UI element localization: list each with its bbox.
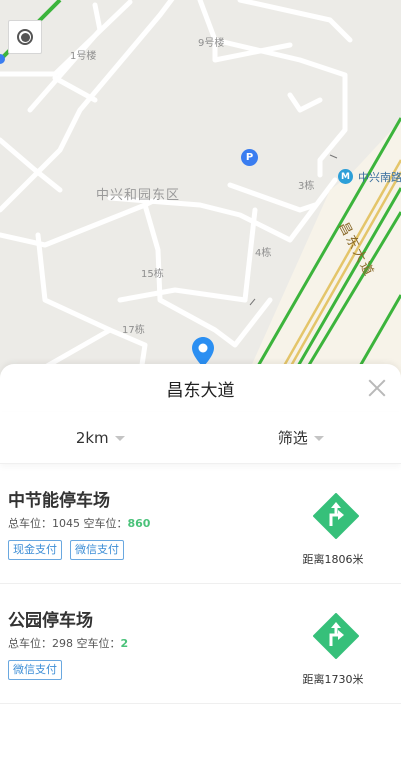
parking-sheet: 昌东大道 2km 筛选 中节能停车场 总车位：1045 空车位：860 现金支付… [0,364,401,760]
distance-filter-label: 2km [75,428,109,447]
sheet-title: 昌东大道 [166,380,235,401]
screen-filter-label: 筛选 [277,429,308,447]
list-item[interactable]: 中节能停车场 总车位：1045 空车位：860 现金支付 微信支付 距离1806… [0,464,401,584]
locate-button[interactable] [8,20,42,54]
navigate-turn-icon[interactable] [313,613,359,659]
navigate-turn-icon[interactable] [313,493,359,539]
payment-tag: 微信支付 [70,540,124,560]
parking-lot-name: 中节能停车场 [8,491,110,511]
map-label-bldg-15: 15栋 [141,269,164,280]
filter-bar: 2km 筛选 [0,412,401,464]
map-label-district: 中兴和园东区 [96,188,181,203]
distance-label: 距离1806米 [302,553,364,566]
metro-station-label: 中兴南路 [358,171,401,184]
distance-label: 距离1730米 [302,673,364,686]
map-label-bldg-9: 9号楼 [198,38,225,49]
chevron-down-icon [114,436,125,441]
parking-list: 中节能停车场 总车位：1045 空车位：860 现金支付 微信支付 距离1806… [0,464,401,704]
total-count: 1045 [52,517,80,530]
close-icon[interactable] [367,378,387,398]
map-roads [0,0,401,380]
total-label: 总车位： [8,517,52,530]
payment-tags: 微信支付 [8,660,62,680]
map-view[interactable]: 1号楼 9号楼 中兴和园东区 3栋 4栋 15栋 17栋 P M 中兴南路 昌东… [0,0,401,380]
payment-tag: 现金支付 [8,540,62,560]
distance-filter[interactable]: 2km [0,429,201,447]
map-label-bldg-17: 17栋 [122,325,145,336]
parking-lot-stats: 总车位：1045 空车位：860 [8,515,150,531]
free-label: 空车位： [80,517,128,530]
payment-tag: 微信支付 [8,660,62,680]
sheet-header: 昌东大道 [0,364,401,412]
free-label: 空车位： [73,637,121,650]
metro-station-icon[interactable]: M [338,169,353,184]
free-count: 860 [127,517,151,530]
total-count: 298 [52,637,73,650]
parking-marker-icon[interactable]: P [241,149,258,166]
map-label-bldg-1: 1号楼 [70,51,97,62]
total-label: 总车位： [8,637,52,650]
locate-icon [17,29,33,45]
parking-lot-name: 公园停车场 [8,611,93,631]
list-item[interactable]: 公园停车场 总车位：298 空车位：2 微信支付 距离1730米 [0,584,401,704]
map-label-bldg-4: 4栋 [255,248,272,259]
chevron-down-icon [313,436,324,441]
payment-tags: 现金支付 微信支付 [8,540,124,560]
map-label-bldg-3: 3栋 [298,181,315,192]
screen-filter[interactable]: 筛选 [201,427,401,448]
parking-lot-stats: 总车位：298 空车位：2 [8,635,128,651]
map-pin-icon[interactable] [192,337,214,367]
free-count: 2 [120,637,129,650]
